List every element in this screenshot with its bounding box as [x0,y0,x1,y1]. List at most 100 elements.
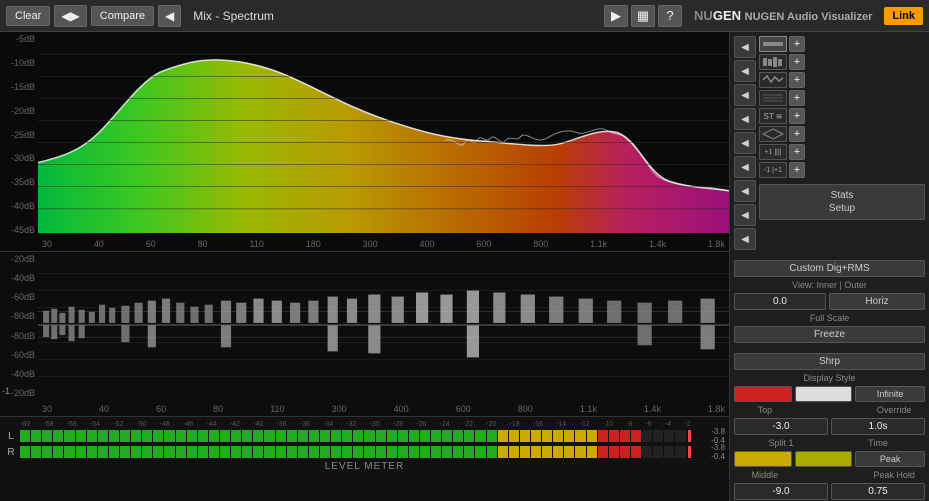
split1-time-labels: Split 1 Time [734,438,925,448]
middle-labels-row: Middle Peak Hold [734,470,925,480]
custom-dig-rms-button[interactable]: Custom Dig+RMS [734,260,925,277]
bars-visualization [38,256,729,398]
right-arrow3-button[interactable]: ◀ [734,84,756,106]
db-label-5: -5dB [0,34,38,44]
time-input[interactable] [831,418,925,435]
freq-1k4: 1.4k [649,239,666,249]
freq-60: 60 [146,239,156,249]
freq-300: 300 [363,239,378,249]
plus-btn-6[interactable]: + [789,126,805,142]
back-arrow-button[interactable]: ◀▶ [54,5,86,27]
freq-1k1: 1.1k [590,239,607,249]
level-meter-container: -60 -58 -56 -54 -52 -50 -48 -46 -44 -42 … [0,419,729,474]
split2-fallback-row [734,483,925,500]
bars-freq-1k8: 1.8k [708,404,725,414]
horiz-button[interactable]: Horiz [829,293,925,310]
bars-freq-30: 30 [42,404,52,414]
level-row-r: R -3.8 -0.4 [4,445,725,459]
swatch-red[interactable] [734,386,792,402]
plus-btn-3[interactable]: + [789,72,805,88]
level-scale-labels: -60 -58 -56 -54 -52 -50 -48 -46 -44 -42 … [20,421,691,428]
right-arrow7-button[interactable]: ◀ [734,180,756,202]
db-label-45: -45dB [0,225,38,235]
plus-btn-5[interactable]: + [789,108,805,124]
right-collapse-button[interactable]: ◀ [734,36,756,58]
freq-180: 180 [306,239,321,249]
waveform-style-7[interactable]: +1 |||| [759,144,787,160]
display-style-label: Display Style [734,373,925,383]
split1-input[interactable] [734,418,828,435]
spectrum-area: -5dB -10dB -15dB -20dB -25dB -30dB -35dB… [0,32,729,252]
right-arrow6-button[interactable]: ◀ [734,156,756,178]
plus-btn-2[interactable]: + [789,54,805,70]
waveform-style-2[interactable] [759,54,787,70]
bars-db-m40b: -40dB [0,369,38,379]
waveform-style-8[interactable]: -1 |+1 [759,162,787,178]
stats-setup-row: Stats Setup [759,184,925,220]
waveform-style-3[interactable] [759,72,787,88]
help-button[interactable]: ? [658,5,682,27]
infinite-button[interactable]: Infinite [855,386,925,402]
swatch-yellow[interactable] [734,451,792,467]
level-bar-r [20,446,691,458]
bars-db-m60: -60dB [0,292,38,302]
level-r-peak2: -0.4 [711,452,725,461]
stats-setup-button[interactable]: Stats Setup [759,184,925,220]
freq-800: 800 [533,239,548,249]
db-label-20: -20dB [0,106,38,116]
split2-input[interactable] [734,483,828,500]
play-button[interactable]: ▶ [604,5,628,27]
freq-1k8: 1.8k [708,239,725,249]
grid-button[interactable]: ▦ [631,5,655,27]
time-label: Time [831,438,925,448]
db-label-40: -40dB [0,201,38,211]
top-labels-row: Top Override [734,405,925,415]
waveform-style-5[interactable]: ST ≋ [759,108,787,124]
bars-freq-110: 110 [270,404,284,414]
db-label-10: -10dB [0,58,38,68]
freeze-button[interactable]: Freeze [734,326,925,343]
waveform-style-diamond[interactable] [759,126,787,142]
middle-label: Middle [734,470,796,480]
swatch-white[interactable] [795,386,853,402]
bars-freq-400: 400 [394,404,409,414]
bars-db-m20: -20dB [0,254,38,264]
link-button[interactable]: Link [884,7,923,25]
needle-value: -1 [2,386,10,396]
strip-row-2: + [759,54,925,70]
right-arrow2-button[interactable]: ◀ [734,60,756,82]
db-label-30: -30dB [0,153,38,163]
toolbar-controls: ▶ ▦ ? [604,5,682,27]
compare-button[interactable]: Compare [91,6,154,26]
level-r-values: -3.8 -0.4 [693,443,725,461]
plus-btn-1[interactable]: + [789,36,805,52]
fallback-input[interactable] [831,483,925,500]
nav-left-button[interactable]: ◀ [158,5,181,27]
plus-btn-8[interactable]: + [789,162,805,178]
right-arrow9-button[interactable]: ◀ [734,228,756,250]
shrp-button[interactable]: Shrp [734,353,925,370]
freq-110: 110 [250,239,264,249]
strip-row-5: ST ≋ + [759,108,925,124]
level-row-l: L -3.8 -0.4 [4,429,725,443]
value-input[interactable] [734,293,826,310]
clear-button[interactable]: Clear [6,6,50,26]
right-arrow5-button[interactable]: ◀ [734,132,756,154]
swatch-yellow2[interactable] [795,451,853,467]
level-bar-l [20,430,691,442]
peak-button[interactable]: Peak [855,451,925,467]
plus-btn-7[interactable]: + [789,144,805,160]
db-label-35: -35dB [0,177,38,187]
right-arrow8-button[interactable]: ◀ [734,204,756,226]
freq-400: 400 [420,239,435,249]
level-meter-area: -60 -58 -56 -54 -52 -50 -48 -46 -44 -42 … [0,417,729,501]
waveform-style-1[interactable] [759,36,787,52]
strip-row-7: +1 |||| + [759,144,925,160]
plus-btn-4[interactable]: + [789,90,805,106]
freq-40: 40 [94,239,104,249]
right-arrow4-button[interactable]: ◀ [734,108,756,130]
brand-full: NUGEN Audio Visualizer [745,11,873,23]
waveform-style-4[interactable] [759,90,787,106]
bars-freq-800: 800 [518,404,533,414]
strip-row-1: + [759,36,925,52]
